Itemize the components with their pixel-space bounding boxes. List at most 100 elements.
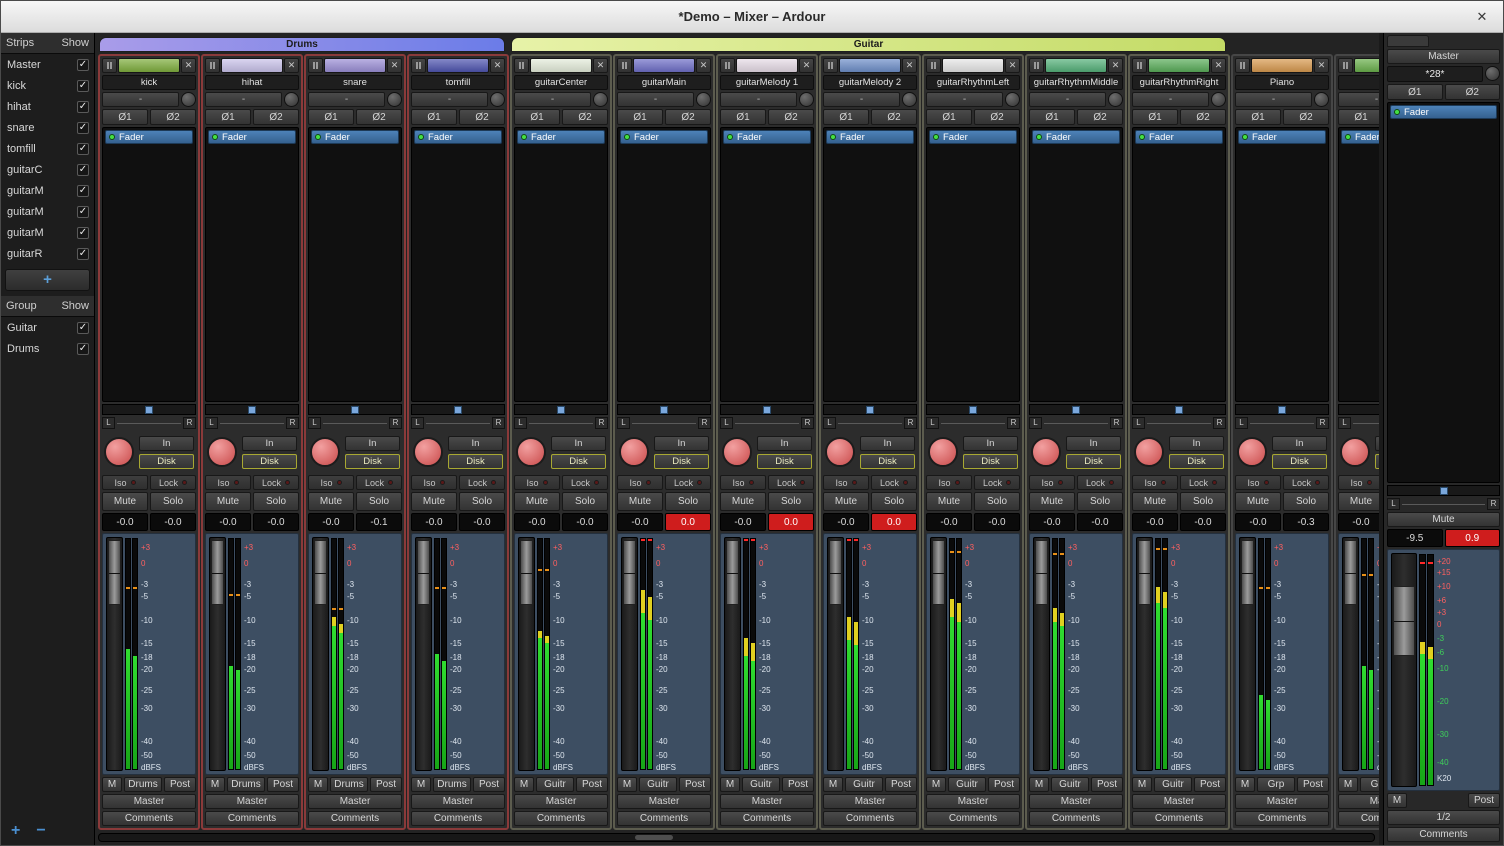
fader-processor-entry[interactable]: Fader	[929, 130, 1017, 144]
trim-display[interactable]: -	[1029, 92, 1106, 107]
peak-display[interactable]: 0.0	[871, 513, 917, 531]
strip-name-button[interactable]: guitarRhythmRight	[1132, 75, 1226, 90]
metering-point-button[interactable]: M	[926, 777, 946, 792]
group-button[interactable]: Guitr	[948, 777, 986, 792]
comments-button[interactable]: Comments	[308, 811, 402, 826]
solo-isolate-button[interactable]: Iso	[823, 475, 869, 490]
phase-invert-1-button[interactable]: Ø1	[411, 109, 457, 125]
phase-invert-2-button[interactable]: Ø2	[253, 109, 299, 125]
monitor-input-button[interactable]: In	[139, 436, 194, 451]
trim-display[interactable]: -	[720, 92, 797, 107]
output-button[interactable]: Master	[1235, 794, 1329, 809]
gain-display[interactable]: -0.0	[823, 513, 869, 531]
processor-box[interactable]: Fader	[1235, 127, 1329, 402]
peak-display[interactable]: -0.3	[1283, 513, 1329, 531]
master-comments-button[interactable]: Comments	[1387, 827, 1500, 842]
record-enable-button[interactable]	[722, 437, 752, 467]
output-button[interactable]: Master	[308, 794, 402, 809]
fader-processor-entry[interactable]: Fader	[1135, 130, 1223, 144]
trim-display[interactable]: -	[926, 92, 1003, 107]
remove-group-button[interactable]: −	[36, 824, 45, 838]
solo-button[interactable]: Solo	[665, 492, 711, 511]
trim-display[interactable]: -	[205, 92, 282, 107]
peak-display[interactable]: -0.1	[356, 513, 402, 531]
fader-processor-entry[interactable]: Fader	[1341, 130, 1379, 144]
processor-active-led[interactable]	[109, 134, 115, 140]
fader-point-button[interactable]: Post	[576, 777, 608, 792]
solo-isolate-button[interactable]: Iso	[1029, 475, 1075, 490]
group-button[interactable]: Drums	[124, 777, 162, 792]
output-button[interactable]: Master	[205, 794, 299, 809]
fader-processor-entry[interactable]: Fader	[826, 130, 914, 144]
strip-list-item-snare[interactable]: snare✓	[1, 117, 94, 138]
strip-visible-checkbox[interactable]: ✓	[77, 185, 89, 197]
processor-active-led[interactable]	[933, 134, 939, 140]
width-toggle-icon[interactable]	[205, 58, 220, 73]
panner[interactable]	[205, 404, 299, 415]
strip-visible-checkbox[interactable]: ✓	[77, 248, 89, 260]
gain-display[interactable]: -0.0	[514, 513, 560, 531]
mute-button[interactable]: Mute	[823, 492, 869, 511]
metering-point-button[interactable]: M	[1132, 777, 1152, 792]
monitor-input-button[interactable]: In	[757, 436, 812, 451]
fader-handle[interactable]	[211, 540, 224, 605]
gain-display[interactable]: -0.0	[617, 513, 663, 531]
processor-box[interactable]: Fader	[1132, 127, 1226, 402]
phase-invert-2-button[interactable]: Ø2	[150, 109, 196, 125]
processor-box[interactable]: Fader	[514, 127, 608, 402]
strip-list-item-guitarc[interactable]: guitarC✓	[1, 159, 94, 180]
master-fader-processor-entry[interactable]: Fader	[1390, 105, 1497, 119]
trim-display[interactable]: -	[1235, 92, 1312, 107]
record-enable-button[interactable]	[310, 437, 340, 467]
peak-display[interactable]: 0.0	[665, 513, 711, 531]
panner[interactable]	[102, 404, 196, 415]
phase-invert-2-button[interactable]: Ø2	[1180, 109, 1226, 125]
strip-visible-checkbox[interactable]: ✓	[77, 227, 89, 239]
trim-knob[interactable]	[799, 92, 814, 107]
phase-invert-1-button[interactable]: Ø1	[1029, 109, 1075, 125]
phase-invert-1-button[interactable]: Ø1	[617, 109, 663, 125]
strip-name-button[interactable]: guitarRhythmMiddle	[1029, 75, 1123, 90]
master-processor-box[interactable]: Fader	[1387, 102, 1500, 483]
output-button[interactable]: Master	[1132, 794, 1226, 809]
panner-handle[interactable]	[1072, 406, 1080, 414]
fader-handle[interactable]	[108, 540, 121, 605]
group-tab-drums[interactable]: Drums	[99, 37, 505, 52]
metering-point-button[interactable]: M	[308, 777, 328, 792]
panner-handle[interactable]	[660, 406, 668, 414]
comments-button[interactable]: Comments	[411, 811, 505, 826]
master-metering-point-button[interactable]: M	[1387, 793, 1407, 808]
fader-point-button[interactable]: Post	[1091, 777, 1123, 792]
solo-isolate-button[interactable]: Iso	[617, 475, 663, 490]
strip-list-item-guitarm[interactable]: guitarM✓	[1, 180, 94, 201]
phase-invert-1-button[interactable]: Ø1	[1235, 109, 1281, 125]
record-enable-button[interactable]	[104, 437, 134, 467]
trim-knob[interactable]	[1005, 92, 1020, 107]
fader-processor-entry[interactable]: Fader	[414, 130, 502, 144]
mute-button[interactable]: Mute	[1132, 492, 1178, 511]
strip-close-icon[interactable]: ✕	[387, 58, 402, 73]
master-trim-knob[interactable]	[1485, 66, 1500, 81]
horizontal-scrollbar[interactable]	[98, 833, 1375, 842]
metering-point-button[interactable]: M	[411, 777, 431, 792]
phase-invert-2-button[interactable]: Ø2	[871, 109, 917, 125]
fader-track[interactable]	[827, 537, 844, 771]
metering-point-button[interactable]: M	[205, 777, 225, 792]
solo-lock-button[interactable]: Lock	[665, 475, 711, 490]
processor-box[interactable]: Fader	[205, 127, 299, 402]
monitor-disk-button[interactable]: Disk	[1066, 454, 1121, 469]
fader-point-button[interactable]: Post	[1194, 777, 1226, 792]
group-button[interactable]: Guitr	[845, 777, 883, 792]
monitor-input-button[interactable]: In	[242, 436, 297, 451]
fader-track[interactable]	[724, 537, 741, 771]
solo-lock-button[interactable]: Lock	[1283, 475, 1329, 490]
group-button[interactable]: Guitr	[1154, 777, 1192, 792]
strip-name-button[interactable]: tomfill	[411, 75, 505, 90]
gain-display[interactable]: -0.0	[102, 513, 148, 531]
processor-active-led[interactable]	[1242, 134, 1248, 140]
strip-name-button[interactable]: guitarMain	[617, 75, 711, 90]
peak-display[interactable]: -0.0	[150, 513, 196, 531]
strip-close-icon[interactable]: ✕	[1108, 58, 1123, 73]
fader-handle[interactable]	[1241, 540, 1254, 605]
gain-display[interactable]: -0.0	[1235, 513, 1281, 531]
